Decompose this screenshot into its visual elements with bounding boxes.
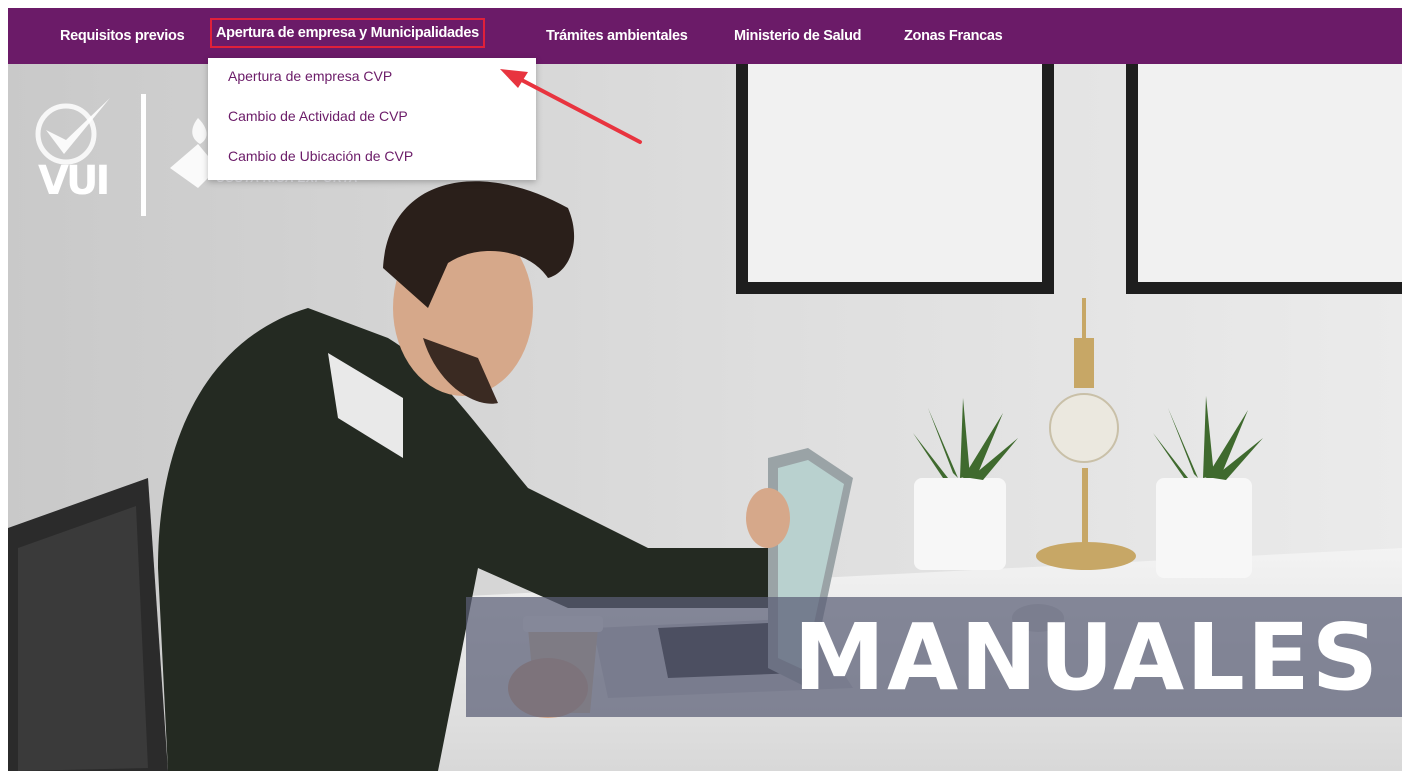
page-frame: Requisitos previos Apertura de empresa y… (8, 8, 1402, 771)
annotation-arrow-icon (500, 69, 642, 144)
